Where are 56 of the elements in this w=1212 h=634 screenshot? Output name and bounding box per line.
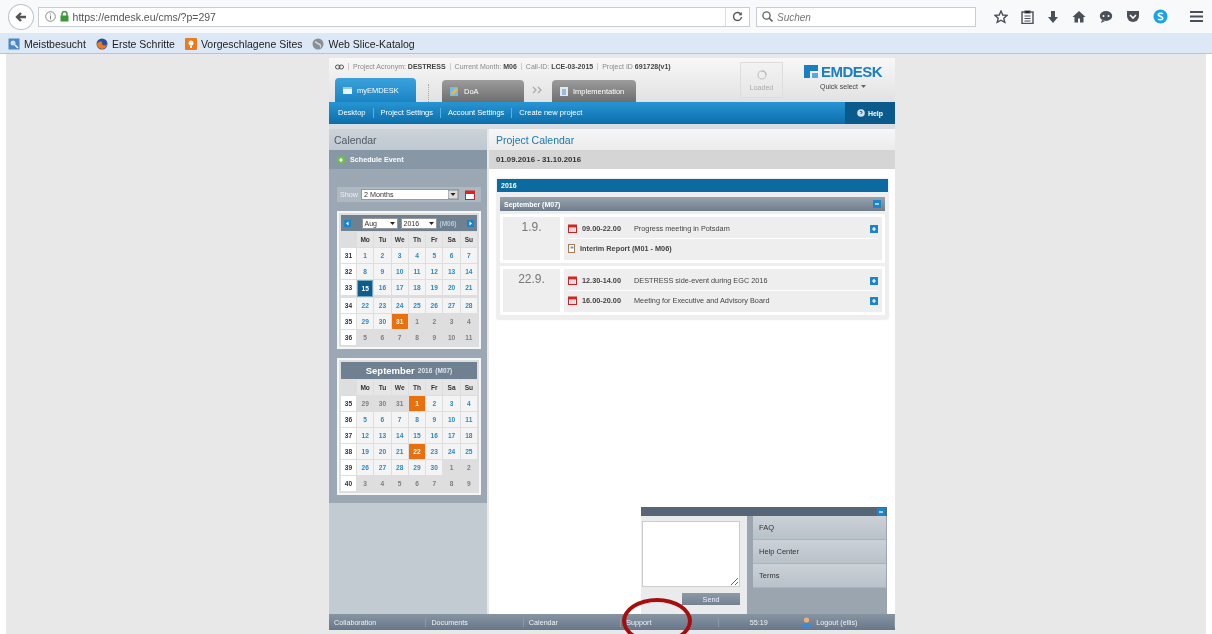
search-icon — [762, 10, 773, 22]
plus-circle-icon — [337, 155, 345, 164]
page-title: Project Calendar — [489, 129, 895, 150]
magnifier-page-icon — [8, 37, 20, 50]
user-icon — [802, 617, 812, 627]
sidebar-title: Calendar — [329, 129, 487, 150]
star-icon[interactable] — [994, 9, 1008, 24]
document-icon — [560, 86, 568, 96]
download-icon[interactable] — [1047, 9, 1059, 24]
minimize-icon[interactable] — [877, 507, 885, 516]
clipboard-icon[interactable] — [1021, 9, 1034, 24]
bookmark-link[interactable]: Meistbesucht — [8, 37, 86, 50]
pocket-icon[interactable] — [1126, 10, 1140, 23]
menu-icon[interactable] — [1189, 10, 1204, 23]
chat-bubble-icon[interactable] — [1153, 9, 1168, 24]
reload-icon — [732, 11, 743, 22]
message-field[interactable] — [642, 521, 740, 587]
refresh-icon — [756, 69, 767, 80]
notepad-pencil-icon — [450, 86, 459, 96]
previous-arrow-icon[interactable] — [344, 219, 351, 227]
globe-fox-icon — [95, 37, 108, 50]
next-arrow-icon[interactable] — [467, 219, 474, 227]
home-icon[interactable] — [1072, 10, 1086, 23]
caret-icon — [428, 221, 434, 225]
logo-mark-icon — [803, 65, 818, 78]
annotation-ellipse — [622, 598, 692, 634]
calendar-icon — [568, 276, 577, 285]
info-icon — [44, 11, 56, 22]
calendar-icon[interactable] — [465, 189, 475, 200]
expand-icon[interactable] — [870, 296, 878, 305]
lightbulb-icon — [184, 37, 197, 50]
day-date: 1.9. — [503, 217, 560, 260]
link-icon — [335, 63, 344, 70]
caret-icon — [861, 85, 867, 88]
help-icon — [856, 109, 865, 117]
chevrons-icon — [532, 86, 544, 94]
bookmark-link[interactable]: Erste Schritte — [95, 37, 175, 50]
caret-icon — [389, 221, 395, 225]
back-arrow-icon — [13, 9, 28, 24]
globe-icon — [312, 37, 325, 50]
chat-icon[interactable] — [1099, 10, 1113, 23]
window-icon — [343, 86, 352, 94]
report-icon — [568, 244, 575, 253]
search-field[interactable]: Suchen — [756, 7, 976, 27]
bookmark-link[interactable]: Web Slice-Katalog — [312, 37, 415, 50]
calendar-icon — [568, 296, 577, 305]
logo: EMDESK — [820, 63, 883, 80]
lock-icon — [59, 11, 69, 22]
bookmark-link[interactable]: Vorgeschlagene Sites — [184, 37, 303, 50]
back-button[interactable] — [8, 3, 34, 30]
dropdown-arrow-icon — [448, 190, 458, 199]
expand-icon[interactable] — [870, 276, 878, 285]
day-date: 22.9. — [503, 269, 560, 312]
url-field[interactable]: https://emdesk.eu/cms/?p=297 — [37, 6, 750, 27]
calendar-icon — [568, 224, 577, 233]
expand-icon[interactable] — [870, 224, 878, 233]
